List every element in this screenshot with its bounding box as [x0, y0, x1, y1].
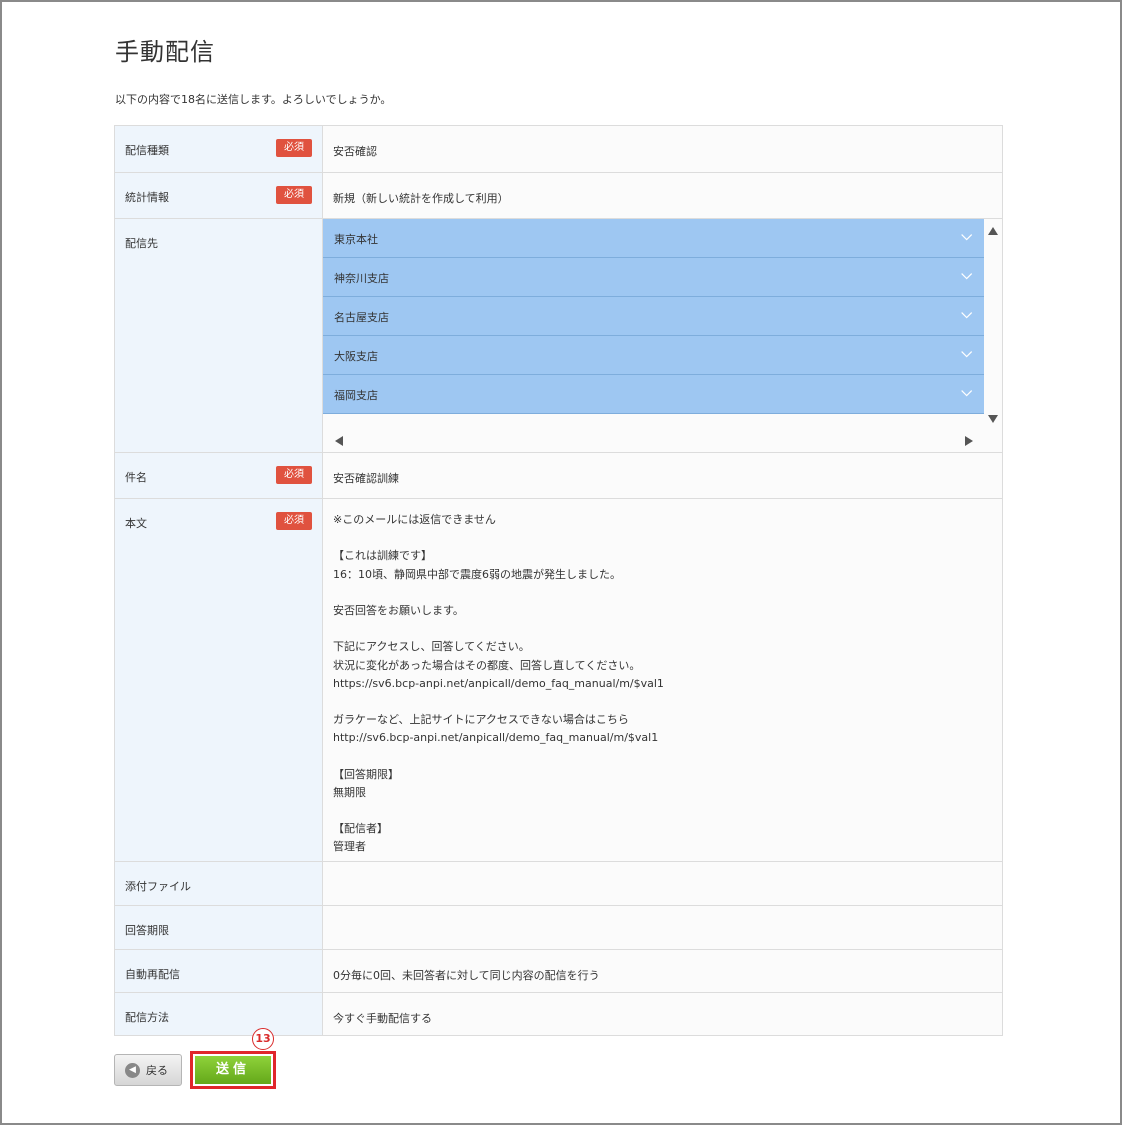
label-attachment: 添付ファイル — [114, 861, 323, 906]
row-body: 本文 必須 ※このメールには返信できません 【これは訓練です】 16：10頃、静… — [114, 498, 1003, 862]
body-line: 【配信者】 — [333, 822, 388, 836]
body-line: http://sv6.bcp-anpi.net/anpicall/demo_fa… — [333, 731, 659, 745]
body-line: 状況に変化があった場合はその都度、回答し直してください。 — [333, 658, 641, 672]
destination-item[interactable]: 東京本社 ⌵ — [323, 219, 984, 258]
row-attachment: 添付ファイル — [114, 861, 1003, 906]
required-badge: 必須 — [276, 466, 312, 484]
required-badge: 必須 — [276, 139, 312, 157]
label-destination: 配信先 — [114, 218, 323, 453]
destination-list: 東京本社 ⌵ 神奈川支店 ⌵ 名古屋支店 ⌵ 大阪支店 ⌵ 福岡支店 ⌵ — [323, 219, 984, 414]
body-line: ガラケーなど、上記サイトにアクセスできない場合はこちら — [333, 713, 629, 727]
body-line: 安否回答をお願いします。 — [333, 603, 464, 617]
page-title: 手動配信 — [115, 38, 215, 66]
body-line — [333, 802, 992, 820]
body-line — [333, 620, 992, 638]
body-line: 下記にアクセスし、回答してください。 — [333, 640, 530, 654]
scroll-up-arrow-icon[interactable] — [988, 227, 998, 235]
row-destination: 配信先 東京本社 ⌵ 神奈川支店 ⌵ 名古屋支店 ⌵ 大阪支店 ⌵ 福岡支店 ⌵ — [114, 218, 1003, 453]
value-attachment — [322, 861, 1003, 906]
destination-item-label: 大阪支店 — [334, 350, 378, 363]
body-line: 【回答期限】 — [333, 767, 399, 781]
row-delivery-method: 配信方法 今すぐ手動配信する — [114, 992, 1003, 1036]
value-auto-resend: 0分毎に0回、未回答者に対して同じ内容の配信を行う — [322, 949, 1003, 993]
confirmation-message: 以下の内容で18名に送信します。よろしいでしょうか。 — [115, 93, 392, 106]
chevron-down-icon[interactable]: ⌵ — [961, 307, 972, 321]
label-body: 本文 必須 — [114, 498, 323, 862]
body-line: ※このメールには返信できません — [333, 513, 496, 526]
chevron-down-icon[interactable]: ⌵ — [961, 229, 972, 243]
body-line — [333, 529, 992, 547]
value-deadline — [322, 905, 1003, 950]
row-subject: 件名 必須 安否確認訓練 — [114, 452, 1003, 499]
destination-item[interactable]: 神奈川支店 ⌵ — [323, 258, 984, 297]
label-subject: 件名 必須 — [114, 452, 323, 499]
back-arrow-icon: ◀ — [125, 1062, 140, 1078]
label-text: 配信種類 — [125, 144, 169, 157]
send-button[interactable]: 送信 — [195, 1056, 271, 1084]
label-text: 統計情報 — [125, 191, 169, 204]
body-line: 管理者 — [333, 840, 366, 854]
label-auto-resend: 自動再配信 — [114, 949, 323, 993]
destination-item-label: 名古屋支店 — [334, 311, 389, 324]
required-badge: 必須 — [276, 512, 312, 530]
send-button-highlight: 送信 — [190, 1051, 276, 1089]
body-line: 無期限 — [333, 785, 366, 799]
destination-item[interactable]: 大阪支店 ⌵ — [323, 336, 984, 375]
scroll-left-arrow-icon[interactable] — [335, 436, 343, 446]
body-line: 【これは訓練です】 — [333, 549, 432, 563]
destination-list-panel: 東京本社 ⌵ 神奈川支店 ⌵ 名古屋支店 ⌵ 大阪支店 ⌵ 福岡支店 ⌵ — [322, 218, 1003, 453]
label-text: 配信先 — [125, 237, 158, 250]
row-delivery-type: 配信種類 必須 安否確認 — [114, 125, 1003, 173]
chevron-down-icon[interactable]: ⌵ — [961, 268, 972, 282]
body-line — [333, 747, 992, 765]
value-subject: 安否確認訓練 — [322, 452, 1003, 499]
chevron-down-icon[interactable]: ⌵ — [961, 385, 972, 399]
step-number-annotation: 13 — [252, 1028, 274, 1050]
back-button-label: 戻る — [146, 1064, 168, 1077]
body-line: 16：10頃、静岡県中部で震度6弱の地震が発生しました。 — [333, 567, 621, 581]
value-body: ※このメールには返信できません 【これは訓練です】 16：10頃、静岡県中部で震… — [322, 498, 1003, 862]
destination-item-label: 福岡支店 — [334, 389, 378, 402]
label-statistics: 統計情報 必須 — [114, 172, 323, 219]
label-delivery-type: 配信種類 必須 — [114, 125, 323, 173]
row-statistics: 統計情報 必須 新規（新しい統計を作成して利用） — [114, 172, 1003, 219]
body-line: https://sv6.bcp-anpi.net/anpicall/demo_f… — [333, 676, 664, 690]
scroll-down-arrow-icon[interactable] — [988, 415, 998, 423]
destination-item-label: 東京本社 — [334, 233, 378, 246]
destination-item[interactable]: 福岡支店 ⌵ — [323, 375, 984, 414]
scroll-right-arrow-icon[interactable] — [965, 436, 973, 446]
label-text: 本文 — [125, 517, 147, 530]
value-delivery-method: 今すぐ手動配信する — [322, 992, 1003, 1036]
label-deadline: 回答期限 — [114, 905, 323, 950]
label-delivery-method: 配信方法 — [114, 992, 323, 1036]
value-statistics: 新規（新しい統計を作成して利用） — [322, 172, 1003, 219]
row-deadline: 回答期限 — [114, 905, 1003, 950]
body-line — [333, 693, 992, 711]
label-text: 配信方法 — [125, 1011, 169, 1024]
value-delivery-type: 安否確認 — [322, 125, 1003, 173]
label-text: 自動再配信 — [125, 968, 180, 981]
label-text: 件名 — [125, 471, 147, 484]
back-button[interactable]: ◀ 戻る — [114, 1054, 182, 1086]
label-text: 添付ファイル — [125, 880, 191, 893]
required-badge: 必須 — [276, 186, 312, 204]
destination-item-label: 神奈川支店 — [334, 272, 389, 285]
label-text: 回答期限 — [125, 924, 169, 937]
confirmation-table: 配信種類 必須 安否確認 統計情報 必須 新規（新しい統計を作成して利用） 配信… — [114, 125, 1003, 1036]
destination-item[interactable]: 名古屋支店 ⌵ — [323, 297, 984, 336]
row-auto-resend: 自動再配信 0分毎に0回、未回答者に対して同じ内容の配信を行う — [114, 949, 1003, 993]
body-line — [333, 584, 992, 602]
chevron-down-icon[interactable]: ⌵ — [961, 346, 972, 360]
